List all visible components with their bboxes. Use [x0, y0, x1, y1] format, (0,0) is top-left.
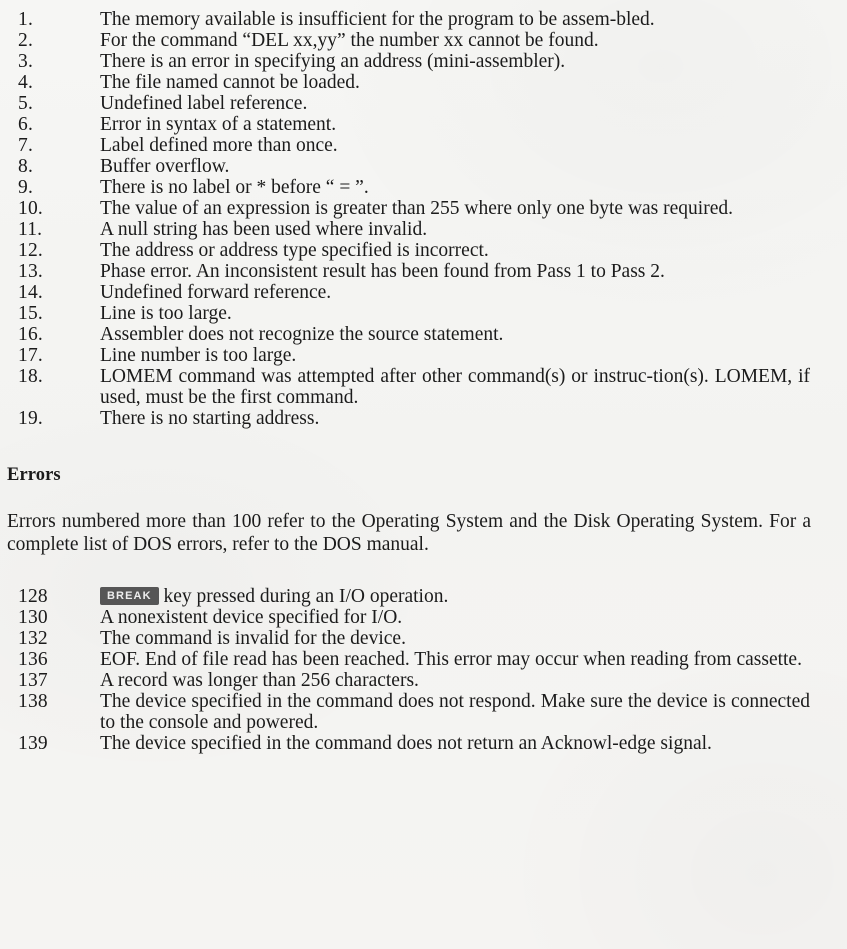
list-item: 9. There is no label or * before “ = ”. — [0, 177, 847, 198]
item-text-body: key pressed during an I/O operation. — [163, 586, 449, 607]
list-item: 137 A record was longer than 256 charact… — [0, 670, 847, 691]
list-item: 17. Line number is too large. — [0, 345, 847, 366]
item-number: 128 — [18, 586, 48, 607]
item-text: The device specified in the command does… — [100, 691, 810, 733]
item-number: 5. — [18, 93, 34, 114]
list-item: 1. The memory available is insufficient … — [0, 9, 847, 30]
item-number: 8. — [18, 156, 34, 177]
list-item: 7. Label defined more than once. — [0, 135, 847, 156]
heading-spacer — [0, 486, 847, 510]
item-text: Phase error. An inconsistent result has … — [100, 261, 665, 282]
item-text: A null string has been used where invali… — [100, 219, 428, 240]
list-item: 15. Line is too large. — [0, 303, 847, 324]
item-text: The value of an expression is greater th… — [100, 198, 733, 219]
item-number: 6. — [18, 114, 34, 135]
item-text: The device specified in the command does… — [100, 733, 712, 754]
top-spacer — [0, 0, 847, 9]
item-text: Undefined forward reference. — [100, 282, 332, 303]
section-heading-errors: Errors — [7, 465, 61, 485]
list-item: 8. Buffer overflow. — [0, 156, 847, 177]
item-number: 137 — [18, 670, 48, 691]
list-item: 19. There is no starting address. — [0, 408, 847, 429]
item-number: 1. — [18, 9, 34, 30]
item-number: 132 — [18, 628, 48, 649]
list-item: 2. For the command “DEL xx,yy” the numbe… — [0, 30, 847, 51]
item-number: 10. — [18, 198, 43, 219]
list-item: 139 The device specified in the command … — [0, 733, 847, 754]
errors-intro-paragraph: Errors numbered more than 100 refer to t… — [7, 511, 811, 555]
item-number: 7. — [18, 135, 34, 156]
list-item: 6. Error in syntax of a statement. — [0, 114, 847, 135]
item-text: Undefined label reference. — [100, 93, 308, 114]
item-number: 9. — [18, 177, 34, 198]
item-number: 139 — [18, 733, 48, 754]
item-number: 15. — [18, 303, 43, 324]
item-number: 3. — [18, 51, 34, 72]
list-item: 16. Assembler does not recognize the sou… — [0, 324, 847, 345]
list-item: 138 The device specified in the command … — [0, 691, 847, 733]
list-item: 18. LOMEM command was attempted after ot… — [0, 366, 847, 408]
item-number: 12. — [18, 240, 43, 261]
item-text: Line is too large. — [100, 303, 232, 324]
list-item: 130 A nonexistent device specified for I… — [0, 607, 847, 628]
item-text: BREAK key pressed during an I/O operatio… — [100, 586, 847, 607]
item-text: The address or address type specified is… — [100, 240, 489, 261]
break-key-badge: BREAK — [100, 587, 159, 605]
page-content: 1. The memory available is insufficient … — [0, 0, 847, 754]
item-text: The command is invalid for the device. — [100, 628, 406, 649]
list-item: 128 BREAK key pressed during an I/O oper… — [0, 586, 847, 607]
list-item: 14. Undefined forward reference. — [0, 282, 847, 303]
list-item: 13. Phase error. An inconsistent result … — [0, 261, 847, 282]
item-text: LOMEM command was attempted after other … — [100, 366, 810, 408]
item-text: For the command “DEL xx,yy” the number x… — [100, 30, 599, 51]
item-text: The file named cannot be loaded. — [100, 72, 360, 93]
item-text: The memory available is insufficient for… — [100, 9, 655, 30]
item-text: There is no starting address. — [100, 408, 320, 429]
item-number: 136 — [18, 649, 48, 670]
list-item: 10. The value of an expression is greate… — [0, 198, 847, 219]
item-text: Label defined more than once. — [100, 135, 338, 156]
item-number: 19. — [18, 408, 43, 429]
item-number: 17. — [18, 345, 43, 366]
item-number: 13. — [18, 261, 43, 282]
item-text: Assembler does not recognize the source … — [100, 324, 504, 345]
list-item: 5. Undefined label reference. — [0, 93, 847, 114]
list-item: 4. The file named cannot be loaded. — [0, 72, 847, 93]
item-number: 16. — [18, 324, 43, 345]
item-number: 2. — [18, 30, 34, 51]
item-number: 11. — [18, 219, 43, 240]
item-text: Line number is too large. — [100, 345, 297, 366]
list-item: 3. There is an error in specifying an ad… — [0, 51, 847, 72]
item-number: 14. — [18, 282, 43, 303]
item-text: There is an error in specifying an addre… — [100, 51, 566, 72]
item-number: 138 — [18, 691, 48, 712]
item-text: A record was longer than 256 characters. — [100, 670, 419, 691]
item-text: Buffer overflow. — [100, 156, 230, 177]
item-text: A nonexistent device specified for I/O. — [100, 607, 403, 628]
item-number: 18. — [18, 366, 43, 387]
list-item: 132 The command is invalid for the devic… — [0, 628, 847, 649]
item-text: EOF. End of file read has been reached. … — [100, 649, 802, 670]
assembler-error-list: 1. The memory available is insufficient … — [0, 9, 847, 429]
list-item: 12. The address or address type specifie… — [0, 240, 847, 261]
list-item: 136 EOF. End of file read has been reach… — [0, 649, 847, 670]
item-text: There is no label or * before “ = ”. — [100, 177, 369, 198]
list-item: 11. A null string has been used where in… — [0, 219, 847, 240]
system-error-list: 128 BREAK key pressed during an I/O oper… — [0, 586, 847, 754]
item-number: 4. — [18, 72, 34, 93]
item-number: 130 — [18, 607, 48, 628]
item-text: Error in syntax of a statement. — [100, 114, 337, 135]
